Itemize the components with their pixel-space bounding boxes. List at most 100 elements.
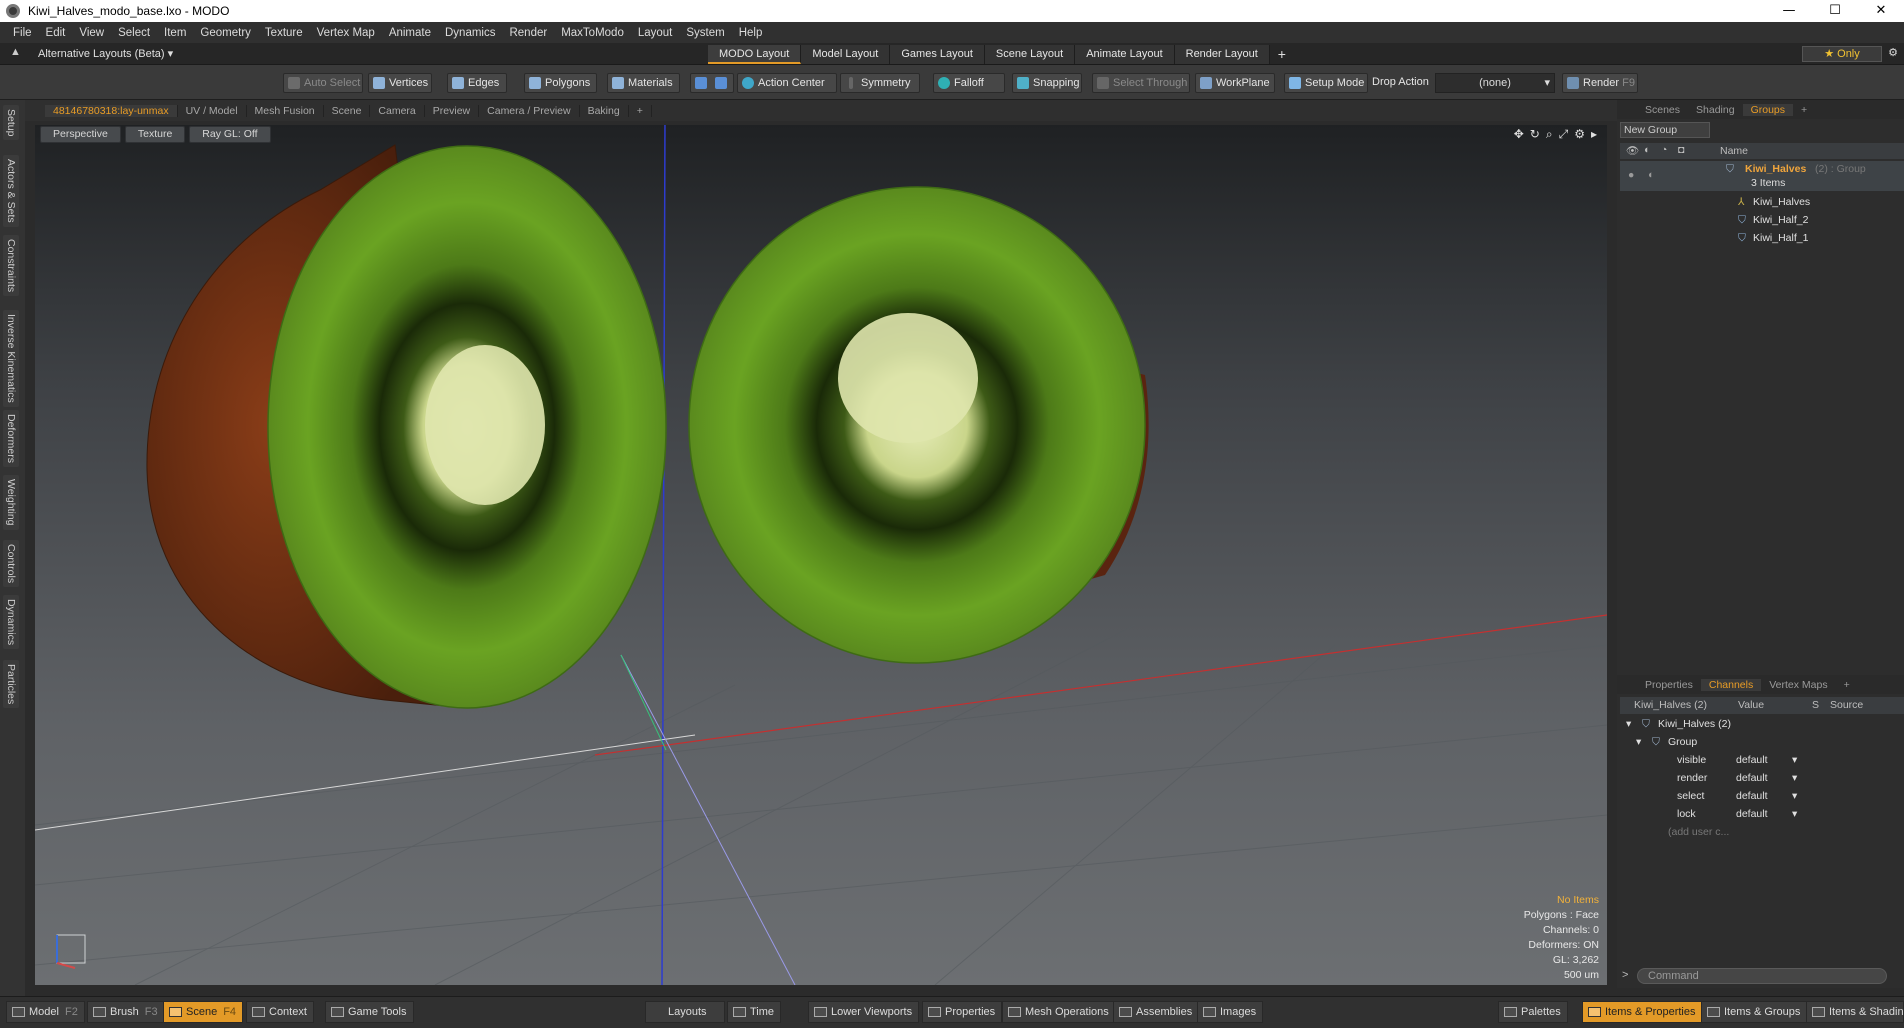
collapse-icon[interactable]: ▾ (1636, 736, 1641, 748)
side-tab-inverse-kinematics[interactable]: Inverse Kinematics (3, 310, 19, 407)
tab-camera-preview[interactable]: Camera / Preview (479, 104, 580, 117)
polygons-button[interactable]: Polygons (524, 73, 597, 93)
workplane-button[interactable]: WorkPlane (1195, 73, 1275, 93)
falloff-button[interactable]: Falloff (933, 73, 1005, 93)
side-tab-weighting[interactable]: Weighting (3, 475, 19, 530)
new-group-button[interactable]: New Group (1620, 122, 1710, 138)
action-center-button[interactable]: Action Center (737, 73, 837, 93)
group-child-row[interactable]: ⛉ Kiwi_Half_1 (1620, 230, 1904, 247)
tab-mesh-fusion[interactable]: Mesh Fusion (247, 104, 324, 117)
items-properties-button[interactable]: Items & Properties (1582, 1001, 1703, 1023)
tab-render-layout[interactable]: Render Layout (1174, 45, 1270, 64)
time-button[interactable]: Time (727, 1001, 782, 1023)
materials-button[interactable]: Materials (607, 73, 680, 93)
menu-render[interactable]: Render (502, 27, 554, 39)
alternative-layouts-dropdown[interactable]: Alternative Layouts (Beta) ▾ (38, 47, 173, 60)
tab-shading[interactable]: Shading (1688, 104, 1743, 116)
side-tab-dynamics[interactable]: Dynamics (3, 595, 19, 650)
tab-uv-model[interactable]: UV / Model (178, 104, 247, 117)
layouts-button[interactable]: Layouts (645, 1001, 725, 1023)
symmetry-button[interactable]: Symmetry (840, 73, 920, 93)
side-tab-deformers[interactable]: Deformers (3, 410, 19, 468)
items-shading-button[interactable]: Items & Shading (1806, 1001, 1904, 1023)
texture-button[interactable]: Texture (124, 126, 186, 143)
channel-value[interactable]: default (1736, 790, 1768, 802)
maximize-button[interactable]: ☐ (1812, 0, 1858, 22)
tab-camera[interactable]: Camera (370, 104, 425, 117)
menu-geometry[interactable]: Geometry (193, 27, 258, 39)
side-tab-actors-sets[interactable]: Actors & Sets (3, 155, 19, 227)
menu-texture[interactable]: Texture (258, 27, 310, 39)
tab-games-layout[interactable]: Games Layout (890, 45, 985, 64)
channel-value[interactable]: default (1736, 808, 1768, 820)
menu-animate[interactable]: Animate (382, 27, 438, 39)
menu-maxtomodo[interactable]: MaxToModo (554, 27, 631, 39)
channel-value[interactable]: default (1736, 754, 1768, 766)
palettes-button[interactable]: Palettes (1498, 1001, 1568, 1023)
chevron-down-icon[interactable]: ▾ (1792, 808, 1797, 820)
viewport-settings-icon[interactable]: ⚙ (1574, 127, 1585, 142)
tab-preview[interactable]: Preview (425, 104, 480, 117)
channel-row[interactable]: visible default ▾ (1620, 752, 1904, 770)
menu-view[interactable]: View (72, 27, 111, 39)
tab-groups[interactable]: Groups (1742, 103, 1794, 116)
tab-viewport-main[interactable]: 48146780318:lay-unmax (45, 104, 178, 117)
add-layout-button[interactable]: + (1270, 45, 1294, 64)
visibility-toggle-icon[interactable]: ● (1628, 169, 1634, 181)
scene-button[interactable]: Scene F4 (163, 1001, 244, 1023)
add-viewport-tab[interactable]: + (629, 104, 652, 117)
collapse-icon[interactable]: ▾ (1626, 718, 1631, 730)
add-property-tab[interactable]: + (1836, 679, 1858, 691)
close-button[interactable]: ✕ (1858, 0, 1904, 22)
selection-sets-button[interactable] (690, 73, 734, 93)
side-tab-controls[interactable]: Controls (3, 540, 19, 588)
channel-row[interactable]: select default ▾ (1620, 788, 1904, 806)
chevron-down-icon[interactable]: ▾ (1792, 754, 1797, 766)
tab-modo-layout[interactable]: MODO Layout (708, 45, 802, 64)
vertices-button[interactable]: Vertices (368, 73, 432, 93)
chevron-down-icon[interactable]: ▾ (1792, 790, 1797, 802)
3d-viewport[interactable]: ✥ ↻ ⌕ ⤢ ⚙ ▸ (35, 125, 1607, 985)
tab-model-layout[interactable]: Model Layout (801, 45, 891, 64)
rotate-view-icon[interactable]: ↻ (1530, 127, 1540, 142)
setup-mode-button[interactable]: Setup Mode (1284, 73, 1368, 93)
group-row-kiwi-halves[interactable]: ● ◐ ⛉ Kiwi_Halves (2) : Group 3 Items (1620, 161, 1904, 191)
channel-root-row[interactable]: ▾ ⛉ Kiwi_Halves (2) (1620, 716, 1904, 734)
zoom-icon[interactable]: ⌕ (1546, 127, 1553, 142)
chevron-down-icon[interactable]: ▾ (1792, 772, 1797, 784)
channel-group-row[interactable]: ▾ ⛉ Group (1620, 734, 1904, 752)
menu-edit[interactable]: Edit (39, 27, 73, 39)
tab-channels[interactable]: Channels (1700, 678, 1762, 691)
channel-row[interactable]: lock default ▾ (1620, 806, 1904, 824)
lower-viewports-button[interactable]: Lower Viewports (808, 1001, 920, 1023)
context-button[interactable]: Context (246, 1001, 314, 1023)
side-tab-constraints[interactable]: Constraints (3, 235, 19, 297)
images-button[interactable]: Images (1197, 1001, 1264, 1023)
menu-layout[interactable]: Layout (631, 27, 680, 39)
select-through-button[interactable]: Select Through (1092, 73, 1190, 93)
tab-animate-layout[interactable]: Animate Layout (1075, 45, 1175, 64)
tab-scenes[interactable]: Scenes (1637, 104, 1688, 116)
tab-scene[interactable]: Scene (324, 104, 371, 117)
kiwi-half-left[interactable] (146, 144, 667, 709)
game-tools-button[interactable]: Game Tools (325, 1001, 414, 1023)
minimize-button[interactable]: — (1766, 0, 1812, 22)
menu-help[interactable]: Help (732, 27, 770, 39)
side-tab-particles[interactable]: Particles (3, 660, 19, 709)
fit-icon[interactable]: ⤢ (1559, 127, 1569, 142)
layout-settings-icon[interactable]: ⚙ (1888, 46, 1898, 59)
move-view-icon[interactable]: ✥ (1514, 127, 1524, 142)
menu-file[interactable]: File (6, 27, 39, 39)
mesh-operations-button[interactable]: Mesh Operations (1002, 1001, 1116, 1023)
menu-select[interactable]: Select (111, 27, 157, 39)
side-tab-setup[interactable]: Setup (3, 105, 19, 141)
channel-value[interactable]: default (1736, 772, 1768, 784)
command-input[interactable]: Command (1637, 968, 1887, 984)
add-user-channel-row[interactable]: (add user c... (1620, 824, 1904, 842)
tab-scene-layout[interactable]: Scene Layout (984, 45, 1076, 64)
render-toggle-row-icon[interactable]: ◐ (1648, 169, 1654, 181)
perspective-button[interactable]: Perspective (40, 126, 121, 143)
raygl-button[interactable]: Ray GL: Off (189, 126, 271, 143)
menu-dynamics[interactable]: Dynamics (438, 27, 502, 39)
brush-button[interactable]: Brush F3 (87, 1001, 165, 1023)
